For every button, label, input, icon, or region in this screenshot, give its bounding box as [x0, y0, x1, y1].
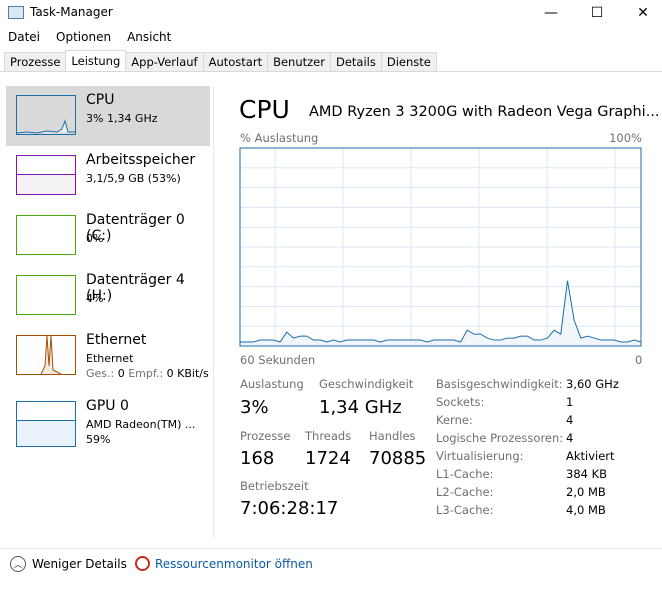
sidebar-item-sub: 3,1/5,9 GB (53%): [86, 172, 181, 185]
tab-prozesse[interactable]: Prozesse: [4, 52, 67, 72]
sidebar-item-disk-0[interactable]: Datenträger 0 (C:) 0%: [6, 206, 210, 266]
receive-label: Empf.:: [128, 367, 164, 380]
send-label: Ges.:: [86, 367, 115, 380]
detail-label: Virtualisierung:: [436, 449, 524, 463]
divider: [0, 71, 662, 72]
divider: [0, 548, 662, 549]
divider: [213, 86, 214, 538]
cpu-usage-line: [240, 280, 642, 343]
sidebar-item-label: Datenträger 4 (H:): [86, 272, 185, 304]
menu-datei[interactable]: Datei: [0, 30, 48, 44]
memory-thumbnail: [16, 155, 76, 195]
resource-monitor-link[interactable]: Ressourcenmonitor öffnen: [135, 556, 313, 571]
sidebar-item-cpu[interactable]: CPU 3% 1,34 GHz: [6, 86, 210, 146]
detail-label: L2-Cache:: [436, 485, 494, 499]
tab-bar: Prozesse Leistung App-Verlauf Autostart …: [4, 50, 437, 72]
tab-leistung[interactable]: Leistung: [65, 50, 127, 71]
disk-thumbnail: [16, 275, 76, 315]
cpu-thumbnail: [16, 95, 76, 135]
detail-label: L3-Cache:: [436, 503, 494, 517]
receive-value: 0 KBit/s: [163, 367, 209, 380]
detail-label: Sockets:: [436, 395, 485, 409]
minimize-button[interactable]: —: [528, 0, 574, 26]
detail-label: Basisgeschwindigkeit:: [436, 377, 563, 391]
fewer-details-button[interactable]: ︿ Weniger Details: [10, 556, 127, 572]
detail-value: 3,60 GHz: [566, 377, 619, 391]
tab-app-verlauf[interactable]: App-Verlauf: [125, 52, 204, 72]
sidebar-item-sub: 4%: [86, 292, 104, 305]
threads-value: 1724: [305, 448, 351, 469]
geschwindigkeit-label: Geschwindigkeit: [319, 377, 414, 391]
chart-ymax: 100%: [609, 131, 642, 145]
tab-benutzer[interactable]: Benutzer: [267, 52, 331, 72]
detail-value: 4: [566, 431, 574, 445]
resource-monitor-label: Ressourcenmonitor öffnen: [155, 556, 313, 571]
sidebar-item-label: CPU: [86, 92, 115, 108]
gpu-thumbnail: [16, 401, 76, 447]
sidebar-item-sub: AMD Radeon(TM) ...: [86, 418, 196, 431]
ethernet-throughput: Ges.: 0 Empf.: 0 KBit/s: [86, 367, 209, 380]
detail-value: 2,0 MB: [566, 485, 606, 499]
chart-xlabel-left: 60 Sekunden: [240, 353, 316, 367]
detail-value: 4,0 MB: [566, 503, 606, 517]
detail-label: L1-Cache:: [436, 467, 494, 481]
betriebszeit-label: Betriebszeit: [240, 479, 309, 493]
menu-optionen[interactable]: Optionen: [48, 30, 119, 44]
maximize-button[interactable]: ☐: [574, 0, 620, 26]
chart-xlabel-right: 0: [635, 353, 643, 367]
menu-ansicht[interactable]: Ansicht: [119, 30, 179, 44]
menu-bar: Datei Optionen Ansicht: [0, 30, 179, 44]
disk-thumbnail: [16, 215, 76, 255]
detail-value: 4: [566, 413, 574, 427]
detail-value: 1: [566, 395, 574, 409]
cpu-model: AMD Ryzen 3 3200G with Radeon Vega Graph…: [309, 104, 660, 120]
sidebar-item-memory[interactable]: Arbeitsspeicher 3,1/5,9 GB (53%): [6, 146, 210, 206]
auslastung-value: 3%: [240, 397, 269, 418]
sidebar-item-label: Datenträger 0 (C:): [86, 212, 185, 244]
page-title: CPU: [239, 95, 290, 124]
handles-value: 70885: [369, 448, 427, 469]
detail-label: Kerne:: [436, 413, 473, 427]
cpu-usage-chart: [239, 147, 642, 347]
detail-value: Aktiviert: [566, 449, 615, 463]
tab-details[interactable]: Details: [329, 52, 382, 72]
tab-autostart[interactable]: Autostart: [202, 52, 269, 72]
sidebar-item-sub: 3% 1,34 GHz: [86, 112, 158, 125]
sidebar-item-sub2: 59%: [86, 433, 111, 446]
chevron-up-icon: ︿: [10, 556, 26, 572]
sidebar-item-label: Arbeitsspeicher: [86, 152, 196, 168]
sidebar-item-sub: Ethernet: [86, 352, 134, 365]
ethernet-thumbnail: [16, 335, 76, 375]
sidebar-item-label: Ethernet: [86, 332, 147, 348]
app-icon: [8, 6, 24, 19]
auslastung-label: Auslastung: [240, 377, 304, 391]
tab-dienste[interactable]: Dienste: [380, 52, 437, 72]
fewer-details-label: Weniger Details: [32, 557, 127, 571]
betriebszeit-value: 7:06:28:17: [240, 498, 339, 519]
sidebar-item-label: GPU 0: [86, 398, 129, 414]
sidebar-item-gpu[interactable]: GPU 0 AMD Radeon(TM) ... 59%: [6, 392, 210, 452]
detail-value: 384 KB: [566, 467, 608, 481]
sidebar-item-disk-4[interactable]: Datenträger 4 (H:) 4%: [6, 266, 210, 326]
handles-label: Handles: [369, 429, 416, 443]
threads-label: Threads: [305, 429, 352, 443]
close-button[interactable]: ✕: [620, 0, 662, 26]
chart-ylabel: % Auslastung: [240, 131, 319, 145]
detail-label: Logische Prozessoren:: [436, 431, 564, 445]
sidebar-item-sub: 0%: [86, 232, 104, 245]
send-value: 0: [114, 367, 129, 380]
geschwindigkeit-value: 1,34 GHz: [319, 397, 402, 418]
window-title: Task-Manager: [30, 5, 113, 19]
resource-monitor-icon: [135, 556, 150, 571]
sidebar-item-ethernet[interactable]: Ethernet Ethernet Ges.: 0 Empf.: 0 KBit/…: [6, 326, 210, 386]
prozesse-value: 168: [240, 448, 275, 469]
prozesse-label: Prozesse: [240, 429, 291, 443]
